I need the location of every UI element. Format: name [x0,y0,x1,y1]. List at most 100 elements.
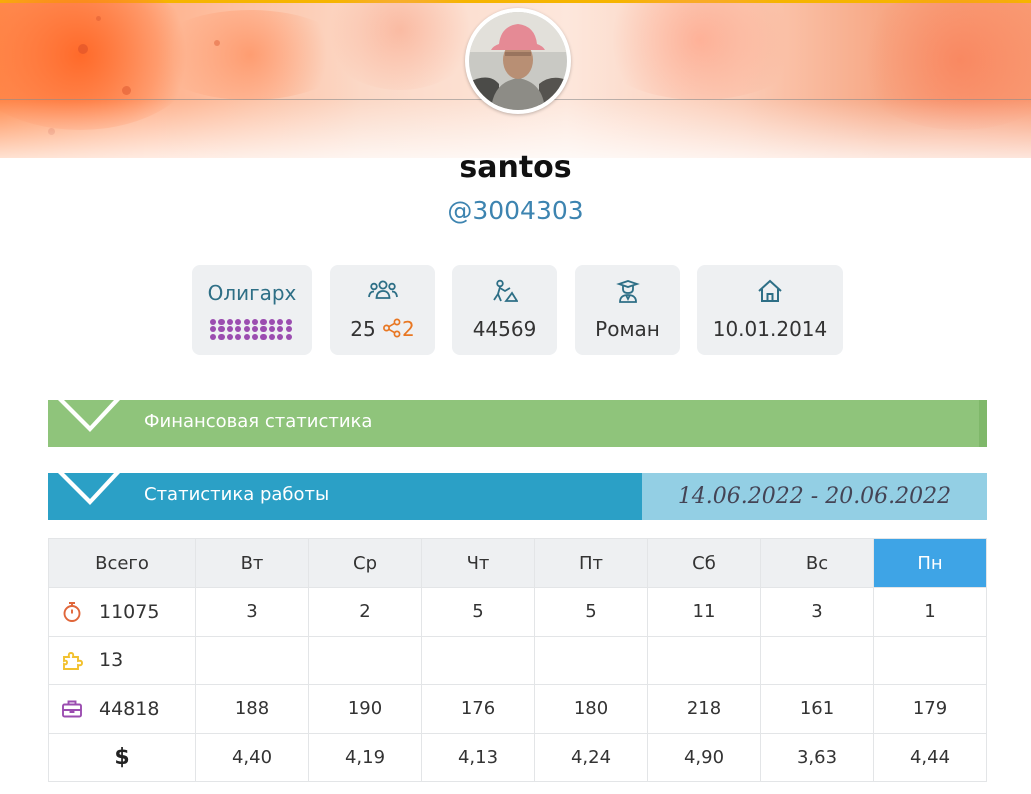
rank-dot [210,333,217,340]
followers-card[interactable]: 25 2 [330,265,435,355]
chevron-down-icon [58,400,120,432]
table-row: 13 [48,635,987,685]
row-total: 11075 [99,600,160,623]
header-day[interactable]: Вт [195,538,309,588]
profile-name: santos [459,150,572,185]
rank-dot [268,326,275,333]
table-row: $ 4,40 4,19 4,13 4,24 4,90 3,63 4,44 [48,732,987,782]
header-day[interactable]: Пт [534,538,648,588]
rank-dot [251,326,259,333]
finance-section-edge [979,400,987,447]
table-cell: 161 [760,684,874,734]
table-cell: 5 [534,587,648,637]
table-cell: 3 [195,587,309,637]
table-cell [308,635,422,685]
tasks-value: 44569 [472,317,537,341]
rank-dot [277,319,284,326]
table-cell [873,635,987,685]
rank-dot [243,326,250,333]
rank-dot [260,326,267,333]
header-day-active[interactable]: Пн [873,538,987,588]
table-cell: 1 [873,587,987,637]
table-cell: 190 [308,684,422,734]
rank-card[interactable]: Олигарх [192,265,312,355]
followers-value: 25 2 [330,317,435,343]
header-day[interactable]: Сб [647,538,761,588]
chevron-down-icon [58,473,120,505]
mentor-card[interactable]: Роман [575,265,680,355]
rank-dot [251,319,259,326]
table-cell: 4,44 [873,732,987,782]
finance-section-label: Финансовая статистика [144,411,373,432]
work-section-header[interactable]: Статистика работы 14.06.2022 - 20.06.202… [48,473,987,520]
table-cell [195,635,309,685]
rank-dot [251,333,259,340]
shares-count: 2 [402,317,415,341]
avatar-image [469,12,567,110]
rank-dot [268,319,275,326]
mentor-value: Роман [595,317,660,341]
work-section-label: Статистика работы [144,484,330,505]
tasks-card[interactable]: 44569 [452,265,557,355]
row-total-cell: 44818 [48,684,196,734]
banner-splash [214,40,220,46]
joined-value: 10.01.2014 [712,317,828,341]
rank-dot [218,333,225,340]
table-cell: 179 [873,684,987,734]
joined-card[interactable]: 10.01.2014 [697,265,843,355]
table-header-row: Всего Вт Ср Чт Пт Сб Вс Пн [48,538,987,588]
table-cell: 3 [760,587,874,637]
followers-count: 25 [350,317,376,341]
banner-splash [122,86,131,95]
row-total-cell: 13 [48,635,196,685]
table-cell: 4,19 [308,732,422,782]
briefcase-icon [61,698,83,720]
header-day[interactable]: Чт [421,538,535,588]
table-cell: 4,24 [534,732,648,782]
table-cell: 176 [421,684,535,734]
rank-dot [218,319,225,326]
row-total: 13 [99,649,124,672]
banner-splash [78,44,88,54]
rank-dot [243,319,250,326]
rank-dot [277,333,284,340]
table-cell: 5 [421,587,535,637]
puzzle-icon [61,649,83,671]
finance-section-header[interactable]: Финансовая статистика [48,400,987,447]
table-cell: 180 [534,684,648,734]
row-total-cell: 11075 [48,587,196,637]
rank-dot [235,319,242,326]
header-day[interactable]: Ср [308,538,422,588]
avatar[interactable] [465,8,571,114]
table-cell: 11 [647,587,761,637]
rank-dot [210,319,217,326]
table-cell: 4,40 [195,732,309,782]
purple-dots-icon [210,319,294,341]
rank-dot [285,333,292,340]
users-icon [330,279,435,305]
rank-dot [235,326,242,333]
table-cell [647,635,761,685]
rank-dot [268,333,275,340]
header-day[interactable]: Вс [760,538,874,588]
table-cell [760,635,874,685]
table-row: 11075 3 2 5 5 11 3 1 [48,587,987,637]
table-cell: 188 [195,684,309,734]
table-cell [421,635,535,685]
dollar-icon: $ [48,732,196,782]
rank-dot [218,326,225,333]
header-total: Всего [48,538,196,588]
rank-dot [277,326,284,333]
rank-dot [260,319,267,326]
row-total: 44818 [99,697,160,720]
rank-title: Олигарх [207,281,297,305]
home-icon [697,279,843,305]
rank-dot [226,333,233,340]
rank-dot [226,319,233,326]
banner-splash [96,16,101,21]
table-cell [534,635,648,685]
stopwatch-icon [61,601,83,623]
graduate-icon [575,279,680,305]
date-range[interactable]: 14.06.2022 - 20.06.2022 [642,473,987,520]
profile-handle[interactable]: @3004303 [0,196,1031,225]
